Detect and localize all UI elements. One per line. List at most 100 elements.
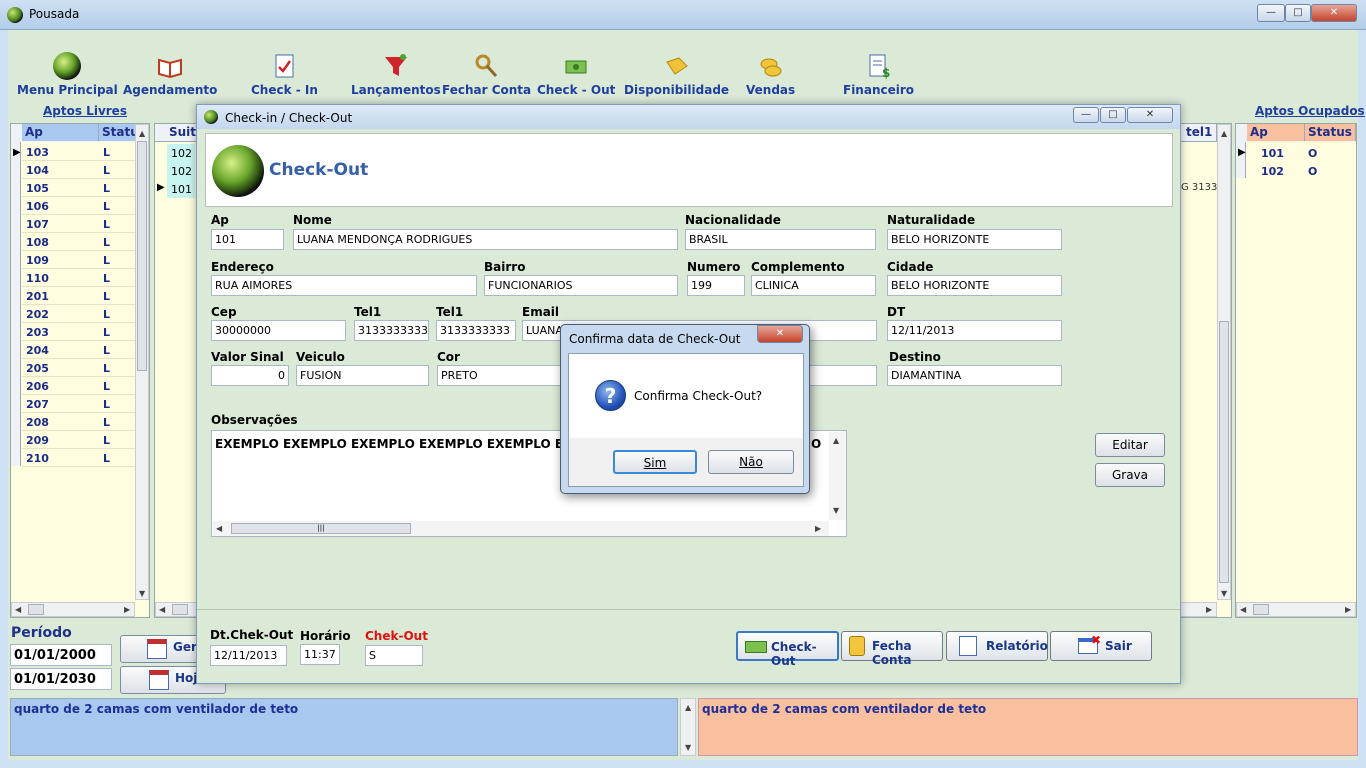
numero-label: Numero xyxy=(687,260,741,274)
table-row[interactable]: 105 L xyxy=(22,179,135,197)
table-row[interactable]: 201 L xyxy=(22,287,135,305)
horizontal-scrollbar[interactable]: ◀ ▶ xyxy=(11,602,135,617)
child-maximize-button[interactable]: □ xyxy=(1100,107,1126,123)
destino-field[interactable]: DIAMANTINA xyxy=(887,365,1062,386)
room-number: 204 xyxy=(26,344,49,357)
toolbar-lancamentos[interactable]: Lançamentos xyxy=(351,52,441,97)
table-row[interactable]: 102 O xyxy=(1247,162,1357,180)
toolbar-menu-principal[interactable]: Menu Principal xyxy=(17,52,118,97)
horizontal-scrollbar[interactable]: ◀ ||| ▶ xyxy=(213,521,829,536)
nao-button[interactable]: Não xyxy=(708,450,794,474)
column-header-ap[interactable]: Ap xyxy=(1247,124,1305,141)
room-number: 103 xyxy=(26,146,49,159)
free-room-description[interactable]: quarto de 2 camas com ventilador de teto xyxy=(10,698,678,756)
minimize-button[interactable]: — xyxy=(1257,4,1285,22)
chek-out-field[interactable]: S xyxy=(365,645,423,666)
column-header-status[interactable]: Status xyxy=(1305,124,1356,141)
table-row[interactable]: 107 L xyxy=(22,215,135,233)
table-row[interactable]: 101 O xyxy=(1247,144,1357,162)
room-number: 104 xyxy=(26,164,49,177)
occupied-room-description[interactable]: quarto de 2 camas com ventilador de teto xyxy=(698,698,1358,756)
room-number: 206 xyxy=(26,380,49,393)
table-row[interactable]: 206 L xyxy=(22,377,135,395)
editar-button[interactable]: Editar xyxy=(1095,433,1165,457)
tag-icon xyxy=(665,57,688,75)
confirm-dialog[interactable]: Confirma data de Check-Out ✕ ? Confirma … xyxy=(560,324,810,494)
table-row[interactable]: 103 L xyxy=(22,143,135,161)
toolbar-vendas[interactable]: Vendas xyxy=(746,52,795,97)
table-row[interactable]: 106 L xyxy=(22,197,135,215)
room-number: 202 xyxy=(26,308,49,321)
child-close-button[interactable]: ✕ xyxy=(1127,107,1173,123)
vertical-scrollbar[interactable]: ▲ ▼ xyxy=(135,124,149,600)
dt-field[interactable]: 12/11/2013 xyxy=(887,320,1062,341)
bairro-field[interactable]: FUNCIONARIOS xyxy=(484,275,678,296)
sim-button[interactable]: Sim xyxy=(613,450,697,474)
naturalidade-field[interactable]: BELO HORIZONTE xyxy=(887,229,1062,250)
free-rooms-grid[interactable]: Ap Status 103 L 104 L 105 L 106 L 107 L 108 L 109 L 11… xyxy=(10,123,150,618)
table-row[interactable]: 204 L xyxy=(22,341,135,359)
cash-icon xyxy=(745,641,767,653)
toolbar-financeiro[interactable]: $ Financeiro xyxy=(843,52,914,97)
cidade-field[interactable]: BELO HORIZONTE xyxy=(887,275,1062,296)
table-row[interactable]: 210 L xyxy=(22,449,135,467)
toolbar-agendamento[interactable]: Agendamento xyxy=(123,52,217,97)
table-row[interactable]: 207 L xyxy=(22,395,135,413)
cep-field[interactable]: 30000000 xyxy=(211,320,346,341)
toolbar-fechar-conta[interactable]: Fechar Conta xyxy=(442,52,531,97)
tel1-field[interactable]: 3133333333 xyxy=(436,320,516,341)
room-status: L xyxy=(103,254,111,267)
column-header-tel1[interactable]: tel1 xyxy=(1183,124,1217,141)
table-row[interactable]: 110 L xyxy=(22,269,135,287)
veiculo-field[interactable]: FUSION xyxy=(296,365,429,386)
dialog-close-button[interactable]: ✕ xyxy=(757,325,803,343)
table-row[interactable]: 202 L xyxy=(22,305,135,323)
bairro-label: Bairro xyxy=(484,260,526,274)
dt-checkout-field[interactable]: 12/11/2013 xyxy=(210,645,287,666)
main-titlebar[interactable]: Pousada — □ ✕ xyxy=(0,0,1366,30)
periodo-from-field[interactable]: 01/01/2000 xyxy=(10,644,112,666)
table-row[interactable]: 205 L xyxy=(22,359,135,377)
valor-sinal-field[interactable]: 0 xyxy=(211,365,289,386)
aptos-ocupados-link[interactable]: Aptos Ocupados xyxy=(1255,104,1365,118)
occupied-rooms-grid[interactable]: Ap Status ▶ 101 O 102 O ◀ ▶ xyxy=(1235,123,1357,618)
toolbar-check-in[interactable]: Check - In xyxy=(251,52,318,97)
periodo-label: Período xyxy=(11,625,72,641)
sair-button[interactable]: ✖ Sair xyxy=(1050,631,1152,661)
maximize-button[interactable]: □ xyxy=(1285,4,1311,22)
table-row[interactable]: 208 L xyxy=(22,413,135,431)
calendar-icon xyxy=(149,670,169,690)
table-row[interactable]: 203 L xyxy=(22,323,135,341)
close-button[interactable]: ✕ xyxy=(1311,4,1357,22)
horizontal-scrollbar[interactable]: ◀ ▶ xyxy=(1236,602,1356,617)
nome-field[interactable]: LUANA MENDONÇA RODRIGUES xyxy=(293,229,678,250)
column-header-ap[interactable]: Ap xyxy=(22,124,99,141)
table-row[interactable]: 104 L xyxy=(22,161,135,179)
numero-field[interactable]: 199 xyxy=(687,275,745,296)
vertical-scrollbar[interactable]: ▲ ▼ xyxy=(829,432,845,520)
relatorio-button[interactable]: Relatório xyxy=(946,631,1048,661)
toolbar-check-out[interactable]: Check - Out xyxy=(537,52,615,97)
toolbar-disponibilidade[interactable]: Disponibilidade xyxy=(624,52,729,97)
fecha-conta-button[interactable]: Fecha Conta xyxy=(841,631,943,667)
vertical-scrollbar[interactable]: ▲ ▼ xyxy=(1217,124,1231,600)
table-row[interactable]: 108 L xyxy=(22,233,135,251)
memo-scrollbar[interactable]: ▲ ▼ xyxy=(680,698,696,756)
cidade-label: Cidade xyxy=(887,260,934,274)
child-title: Check-in / Check-Out xyxy=(225,111,353,125)
table-row[interactable]: 209 L xyxy=(22,431,135,449)
child-titlebar[interactable]: Check-in / Check-Out — □ ✕ xyxy=(197,105,1180,129)
aptos-livres-link[interactable]: Aptos Livres xyxy=(43,104,127,118)
tel1-field[interactable]: 3133333333 xyxy=(354,320,429,341)
table-row[interactable]: 109 L xyxy=(22,251,135,269)
endereco-field[interactable]: RUA AIMORES xyxy=(211,275,477,296)
room-status: L xyxy=(103,272,111,285)
grava-button[interactable]: Grava xyxy=(1095,463,1165,487)
nacionalidade-field[interactable]: BRASIL xyxy=(685,229,876,250)
complemento-field[interactable]: CLINICA xyxy=(751,275,876,296)
child-minimize-button[interactable]: — xyxy=(1073,107,1099,123)
ap-field[interactable]: 101 xyxy=(211,229,284,250)
horario-field[interactable]: 11:37 xyxy=(300,644,340,665)
periodo-to-field[interactable]: 01/01/2030 xyxy=(10,668,112,690)
checkout-button[interactable]: Check-Out xyxy=(736,631,839,668)
